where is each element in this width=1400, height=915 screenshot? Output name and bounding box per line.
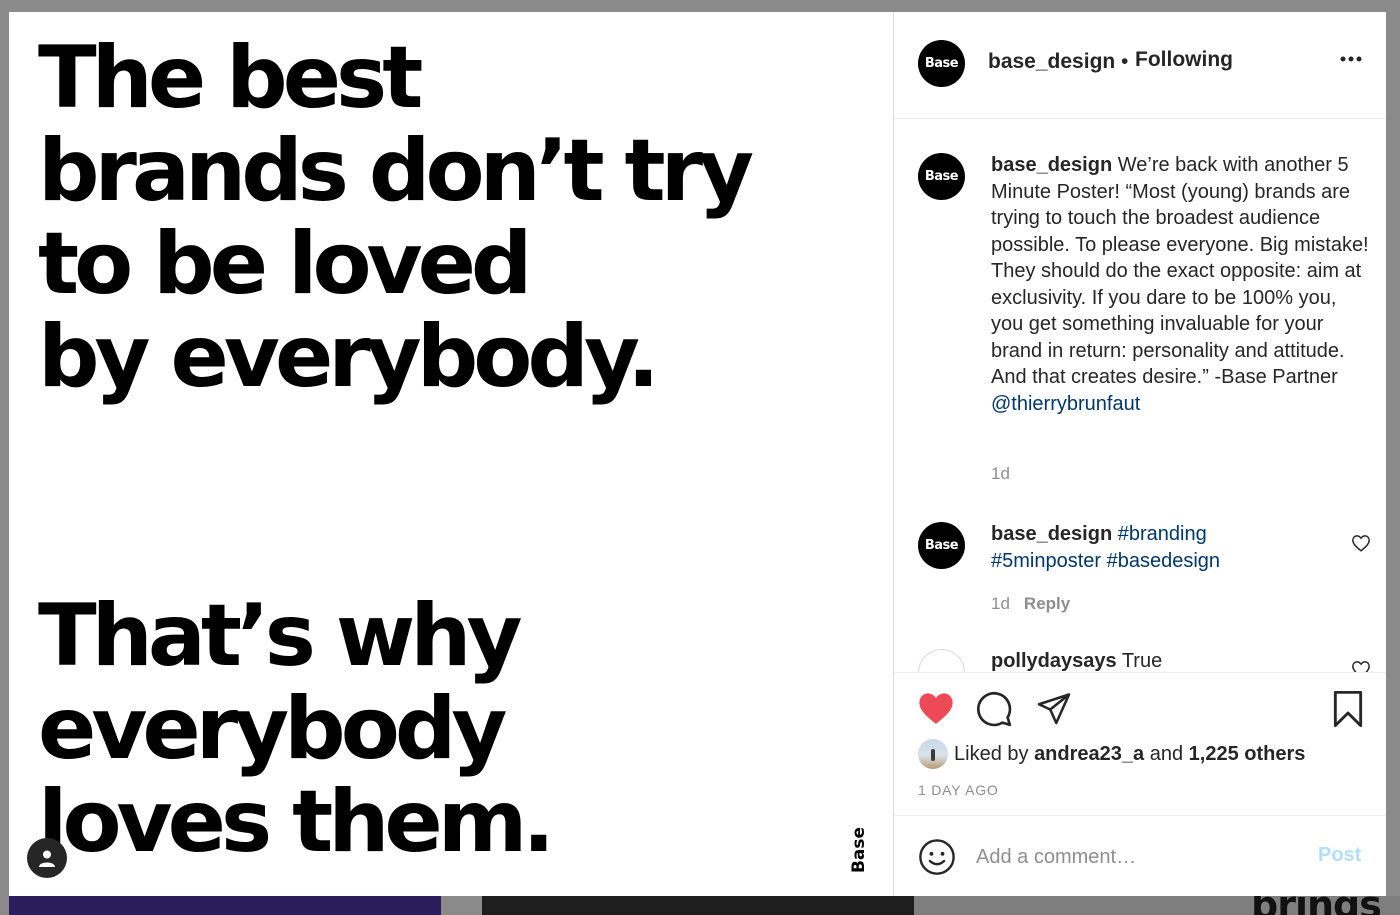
user-comment-text-block: pollydaysays True — [991, 648, 1371, 672]
user-tag-button[interactable] — [27, 838, 67, 878]
caption-text: We’re back with another 5 Minute Poster!… — [991, 154, 1369, 388]
likes-summary: Liked by andrea23_a and 1,225 others — [918, 739, 1305, 769]
background-post-thumbnail-dark — [482, 896, 914, 915]
user-tag-icon — [39, 850, 55, 867]
comment-text: True — [1121, 650, 1163, 672]
mention-link[interactable]: @thierrybrunfaut — [991, 393, 1140, 415]
post-header: Base base_design • Following — [894, 12, 1386, 119]
comments-list[interactable]: Base base_design We’re back with another… — [894, 119, 1386, 673]
poster-headline-bottom: That’s why everybody loves them. — [38, 586, 555, 872]
heart-icon[interactable] — [917, 690, 955, 726]
comment-avatar[interactable] — [918, 649, 965, 672]
post-modal: The best brands don’t try to be loved by… — [9, 12, 1386, 896]
post-sidebar: Base base_design • Following Base base_d… — [893, 12, 1386, 896]
comment-time[interactable]: 1d — [991, 594, 1010, 613]
poster-headline-top: The best brands don’t try to be loved by… — [38, 28, 754, 407]
comment-username[interactable]: base_design — [991, 523, 1112, 545]
heart-outline-icon[interactable] — [1351, 534, 1371, 552]
heart-outline-icon[interactable] — [1351, 660, 1371, 673]
post-timestamp[interactable]: 1 DAY AGO — [918, 782, 999, 798]
emoji-icon[interactable] — [918, 838, 956, 876]
poster-logo: Base — [849, 826, 869, 874]
author-avatar[interactable]: Base — [918, 40, 965, 87]
likes-prefix: Liked by — [954, 742, 1029, 765]
post-comment-button[interactable]: Post — [1318, 844, 1361, 867]
add-comment-bar: Post — [894, 816, 1386, 896]
reply-button[interactable]: Reply — [1024, 594, 1070, 613]
liker-username[interactable]: andrea23_a — [1034, 743, 1144, 766]
liker-avatar[interactable] — [918, 739, 948, 769]
caption-text-block: base_design We’re back with another 5 Mi… — [991, 152, 1371, 417]
comment-meta: 1d Reply — [991, 594, 1070, 614]
hashtag-text-block: base_design #branding #5minposter #based… — [991, 521, 1261, 574]
comment-time[interactable]: 1d — [991, 464, 1010, 484]
likes-count[interactable]: 1,225 others — [1189, 743, 1306, 766]
following-button[interactable]: Following — [1135, 48, 1233, 72]
background-post-thumbnail-purple — [9, 896, 441, 915]
author-username[interactable]: base_design — [988, 50, 1115, 74]
more-icon[interactable] — [1340, 56, 1362, 62]
likes-joiner: and — [1149, 742, 1184, 765]
comment-input[interactable] — [976, 842, 1276, 872]
comment-username[interactable]: pollydaysays — [991, 650, 1117, 672]
comment-username[interactable]: base_design — [991, 154, 1112, 176]
post-image[interactable]: The best brands don’t try to be loved by… — [9, 12, 893, 896]
comment-avatar[interactable]: Base — [918, 153, 965, 200]
background-post-thumbnail-light: brings — [914, 896, 1400, 915]
bookmark-icon[interactable] — [1331, 690, 1365, 728]
header-separator: • — [1121, 50, 1129, 73]
post-actions: Liked by andrea23_a and 1,225 others 1 D… — [894, 673, 1386, 816]
comment-avatar[interactable]: Base — [918, 522, 965, 569]
background-post-text: brings — [1251, 896, 1382, 915]
comment-icon[interactable] — [975, 690, 1013, 728]
share-icon[interactable] — [1035, 690, 1073, 726]
